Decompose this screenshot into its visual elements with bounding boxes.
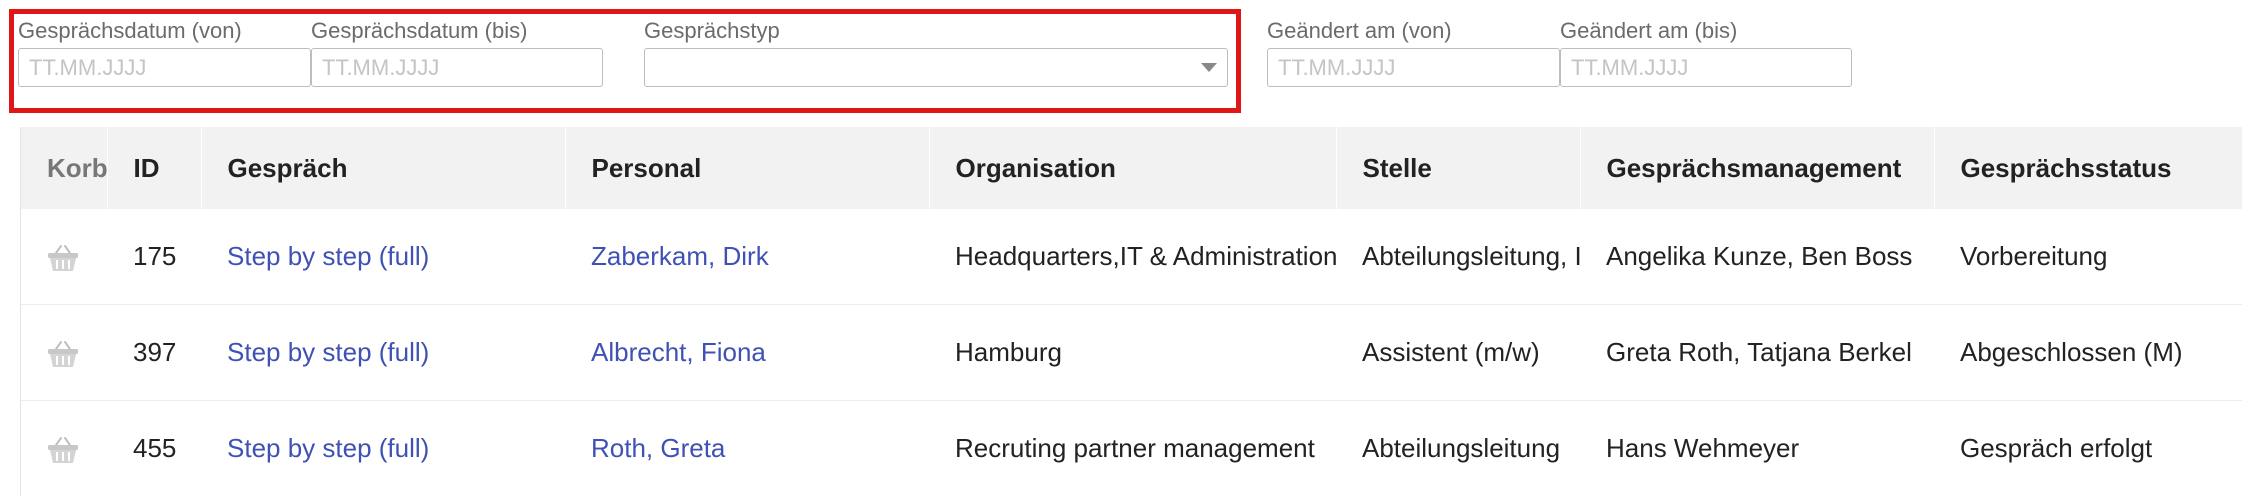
cell-gespraechsstatus: Gespräch erfolgt <box>1934 400 2242 496</box>
cell-gespraechsmanagement: Greta Roth, Tatjana Berkel <box>1580 304 1934 401</box>
cell-gespraech-link[interactable]: Step by step (full) <box>201 400 565 496</box>
cell-organisation: Headquarters,IT & Administration <box>929 209 1336 305</box>
table-row[interactable]: 175 Step by step (full) Zaberkam, Dirk H… <box>21 209 2242 305</box>
column-header-gespraech[interactable]: Gespräch <box>201 127 566 209</box>
gespraechsdatum-von-input[interactable] <box>18 48 311 87</box>
cell-gespraechsstatus: Abgeschlossen (M) <box>1934 304 2242 401</box>
geaendert-von-label: Geändert am (von) <box>1267 18 1452 43</box>
column-header-personal[interactable]: Personal <box>565 127 930 209</box>
table-header-row: Korb ID Gespräch Personal Organisation S… <box>21 127 2242 209</box>
cell-personal-link[interactable]: Zaberkam, Dirk <box>565 209 929 305</box>
basket-icon[interactable] <box>47 436 79 464</box>
cell-stelle: Assistent (m/w) <box>1336 304 1580 401</box>
column-header-organisation[interactable]: Organisation <box>929 127 1337 209</box>
gespraechsdatum-bis-input[interactable] <box>311 48 603 87</box>
column-header-stelle[interactable]: Stelle <box>1336 127 1581 209</box>
gespraechstyp-label: Gesprächstyp <box>644 18 780 43</box>
column-header-gespraechsmanagement[interactable]: Gesprächsmanagement <box>1580 127 1935 209</box>
table-row[interactable]: 397 Step by step (full) Albrecht, Fiona … <box>21 304 2242 401</box>
cell-organisation: Hamburg <box>929 304 1336 401</box>
chevron-down-icon <box>1201 63 1217 72</box>
column-header-korb[interactable]: Korb <box>21 127 108 209</box>
cell-stelle: Abteilungsleitung <box>1336 400 1580 496</box>
cell-gespraech-link[interactable]: Step by step (full) <box>201 304 565 401</box>
column-header-id[interactable]: ID <box>107 127 202 209</box>
cell-organisation: Recruting partner management <box>929 400 1336 496</box>
cell-personal-link[interactable]: Roth, Greta <box>565 400 929 496</box>
cell-gespraechsmanagement: Hans Wehmeyer <box>1580 400 1934 496</box>
cell-id: 455 <box>107 400 201 496</box>
cell-stelle: Abteilungsleitung, IT <box>1336 209 1580 305</box>
cell-gespraech-link[interactable]: Step by step (full) <box>201 209 565 305</box>
gespraechsdatum-von-label: Gesprächsdatum (von) <box>18 18 242 43</box>
column-header-gespraechsstatus[interactable]: Gesprächsstatus <box>1934 127 2242 209</box>
cell-id: 175 <box>107 209 201 305</box>
basket-icon[interactable] <box>47 244 79 272</box>
cell-gespraechsmanagement: Angelika Kunze, Ben Boss <box>1580 209 1934 305</box>
geaendert-bis-input[interactable] <box>1560 48 1852 87</box>
geaendert-von-input[interactable] <box>1267 48 1560 87</box>
cell-id: 397 <box>107 304 201 401</box>
gespraeche-table: Korb ID Gespräch Personal Organisation S… <box>20 127 2242 496</box>
geaendert-bis-label: Geändert am (bis) <box>1560 18 1738 43</box>
cell-personal-link[interactable]: Albrecht, Fiona <box>565 304 929 401</box>
cell-gespraechsstatus: Vorbereitung <box>1934 209 2242 305</box>
gespraechstyp-select[interactable] <box>644 48 1228 87</box>
basket-icon[interactable] <box>47 340 79 368</box>
table-row[interactable]: 455 Step by step (full) Roth, Greta Recr… <box>21 400 2242 496</box>
gespraechsdatum-bis-label: Gesprächsdatum (bis) <box>311 18 528 43</box>
